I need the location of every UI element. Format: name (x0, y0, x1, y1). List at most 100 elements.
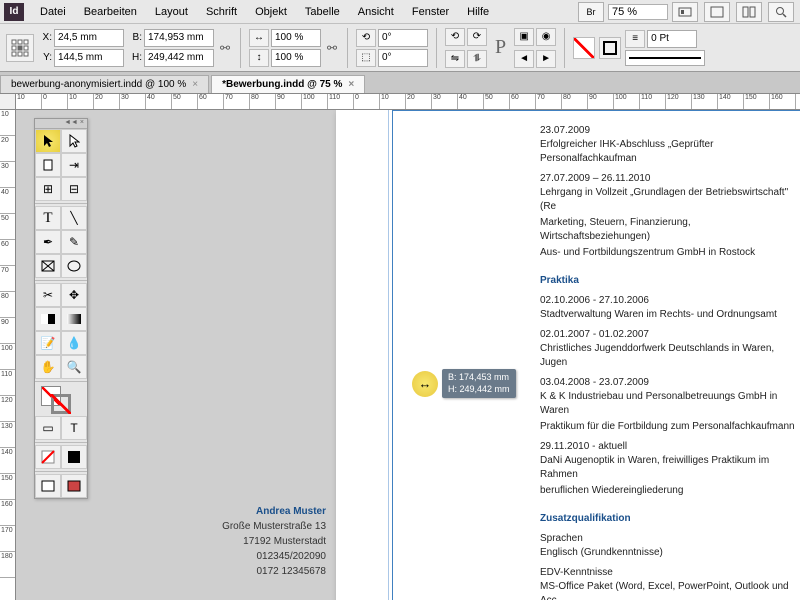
menu-bar: Id Datei Bearbeiten Layout Schrift Objek… (0, 0, 800, 24)
tab-label: bewerbung-anonymisiert.indd @ 100 % (11, 79, 186, 90)
constrain-wh-icon[interactable]: ⚯ (218, 30, 232, 66)
close-icon[interactable]: × (192, 79, 198, 90)
constrain-scale-icon[interactable]: ⚯ (325, 30, 339, 66)
menu-bearbeiten[interactable]: Bearbeiten (76, 4, 145, 20)
stroke-style-select[interactable] (625, 50, 705, 66)
pen-tool[interactable]: ✒ (35, 230, 61, 254)
document-tabs: bewerbung-anonymisiert.indd @ 100 % × *Be… (0, 72, 800, 94)
screen-mode-button[interactable] (704, 2, 730, 22)
gap-tool[interactable]: ⇥ (61, 153, 87, 177)
pencil-tool[interactable]: ✎ (61, 230, 87, 254)
rectangle-frame-tool[interactable] (35, 254, 61, 278)
app-logo: Id (4, 3, 24, 21)
pasteboard[interactable]: Andrea Muster Große Musterstraße 13 1719… (16, 110, 800, 600)
menu-tabelle[interactable]: Tabelle (297, 4, 348, 20)
ruler-vertical[interactable]: 1020304050607080901001101201301401501601… (0, 110, 16, 600)
text-frame[interactable]: 23.07.2009Erfolgreicher IHK-Abschluss „G… (526, 110, 800, 600)
hand-tool[interactable]: ✋ (35, 355, 61, 379)
gradient-swatch-tool[interactable] (35, 307, 61, 331)
w-input[interactable]: 174,953 mm (144, 29, 214, 47)
page-tool[interactable] (35, 153, 61, 177)
sidebar-city: 17192 Musterstadt (156, 534, 326, 549)
zoom-tool[interactable]: 🔍 (61, 355, 87, 379)
flip-h-icon[interactable]: ⇋ (445, 50, 465, 68)
menu-layout[interactable]: Layout (147, 4, 196, 20)
type-tool[interactable]: T (35, 206, 61, 230)
free-transform-tool[interactable]: ✥ (61, 283, 87, 307)
shear-icon: ⬚ (356, 49, 376, 67)
tab-bewerbung[interactable]: *Bewerbung.indd @ 75 % × (211, 75, 365, 93)
tab-bewerbung-anon[interactable]: bewerbung-anonymisiert.indd @ 100 % × (0, 75, 209, 93)
select-prev-icon[interactable]: ◄ (514, 50, 534, 68)
stroke-color[interactable] (51, 394, 71, 414)
apply-none-icon[interactable] (35, 445, 61, 469)
rotate-cw-icon[interactable]: ⟳ (467, 28, 487, 46)
note-tool[interactable]: 📝 (35, 331, 61, 355)
toolbox-header[interactable]: ◄◄ × (35, 119, 87, 129)
scale-x-icon: ↔ (249, 29, 269, 47)
rotate-ccw-icon[interactable]: ⟲ (445, 28, 465, 46)
zoom-input[interactable] (608, 4, 668, 20)
select-content-icon[interactable]: ◉ (536, 28, 556, 46)
rotate-icon: ⟲ (356, 29, 376, 47)
y-label: Y: (38, 52, 52, 63)
document-page[interactable]: Andrea Muster Große Musterstraße 13 1719… (336, 110, 800, 600)
scissors-tool[interactable]: ✂ (35, 283, 61, 307)
control-bar: X:24,5 mm Y:144,5 mm B:174,953 mm H:249,… (0, 24, 800, 72)
toolbox: ◄◄ × ⇥ ⊞ ⊟ T ╲ ✒ ✎ ✂ ✥ 📝 💧 ✋ 🔍 (34, 118, 88, 499)
arrange-button[interactable] (736, 2, 762, 22)
ellipse-tool[interactable] (61, 254, 87, 278)
select-container-icon[interactable]: ▣ (514, 28, 534, 46)
fill-stroke-control[interactable] (35, 384, 87, 416)
menu-objekt[interactable]: Objekt (247, 4, 295, 20)
tab-label: *Bewerbung.indd @ 75 % (222, 79, 342, 90)
scale-x-input[interactable]: 100 % (271, 29, 321, 47)
guide-column[interactable] (392, 110, 393, 600)
content-placer-tool[interactable]: ⊟ (61, 177, 87, 201)
search-icon[interactable] (768, 2, 794, 22)
stroke-weight-input[interactable]: 0 Pt (647, 30, 697, 48)
bridge-button[interactable]: Br (578, 2, 604, 22)
resize-cursor-icon: ↔ (412, 371, 438, 397)
stroke-weight-icon: ≡ (625, 30, 645, 48)
ruler-horizontal[interactable]: 1001020304050607080901001100102030405060… (0, 94, 800, 110)
apply-color-icon[interactable] (61, 445, 87, 469)
eyedropper-tool[interactable]: 💧 (61, 331, 87, 355)
menu-ansicht[interactable]: Ansicht (350, 4, 402, 20)
stroke-swatch[interactable] (599, 37, 621, 59)
p-indicator: P (491, 36, 510, 59)
view-preview-icon[interactable] (61, 474, 87, 498)
w-label: B: (128, 32, 142, 43)
menu-schrift[interactable]: Schrift (198, 4, 245, 20)
fill-swatch[interactable] (573, 37, 595, 59)
rotate-input[interactable]: 0° (378, 29, 428, 47)
y-input[interactable]: 144,5 mm (54, 49, 124, 67)
sidebar-name: Andrea Muster (156, 504, 326, 519)
reference-point-icon[interactable] (6, 34, 34, 62)
x-input[interactable]: 24,5 mm (54, 29, 124, 47)
gradient-feather-tool[interactable] (61, 307, 87, 331)
formatting-container-icon[interactable]: ▭ (35, 416, 61, 440)
scale-y-icon: ↕ (249, 49, 269, 67)
close-icon[interactable]: × (348, 79, 354, 90)
flip-v-icon[interactable]: ⥮ (467, 50, 487, 68)
sidebar-street: Große Musterstraße 13 (156, 519, 326, 534)
selection-tool[interactable] (35, 129, 61, 153)
line-tool[interactable]: ╲ (61, 206, 87, 230)
view-mode-button[interactable] (672, 2, 698, 22)
sidebar-phone: 012345/202090 (156, 549, 326, 564)
ruler-origin[interactable] (0, 94, 16, 110)
view-normal-icon[interactable] (35, 474, 61, 498)
menu-datei[interactable]: Datei (32, 4, 74, 20)
menu-fenster[interactable]: Fenster (404, 4, 457, 20)
guide-column[interactable] (388, 110, 389, 600)
sidebar-mobile: 0172 12345678 (156, 564, 326, 579)
shear-input[interactable]: 0° (378, 49, 428, 67)
menu-hilfe[interactable]: Hilfe (459, 4, 497, 20)
h-input[interactable]: 249,442 mm (144, 49, 214, 67)
select-next-icon[interactable]: ► (536, 50, 556, 68)
direct-selection-tool[interactable] (61, 129, 87, 153)
formatting-text-icon[interactable]: T (61, 416, 87, 440)
scale-y-input[interactable]: 100 % (271, 49, 321, 67)
content-collector-tool[interactable]: ⊞ (35, 177, 61, 201)
